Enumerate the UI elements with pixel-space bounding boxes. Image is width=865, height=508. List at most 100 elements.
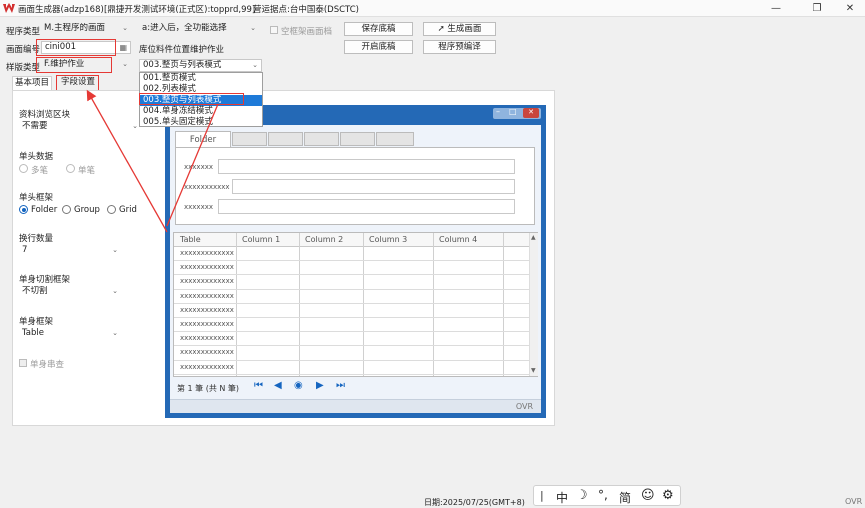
- preview-table-body: xxxxxxxxxxxxx xxxxxxxxxxxxx xxxxxxxxxxxxx x…: [174, 247, 529, 375]
- frame-group-radio[interactable]: [62, 205, 71, 214]
- screen-desc: 库位料件位置维护作业: [139, 45, 225, 55]
- preview-minimize-icon: –: [496, 107, 500, 116]
- dropdown-option[interactable]: 001.整页模式: [140, 73, 262, 84]
- table-header-cell: Column 1: [242, 235, 281, 244]
- ime-moon-icon[interactable]: ☽: [576, 488, 588, 503]
- app-logo-icon: [3, 3, 15, 13]
- next-page-icon: ▶: [316, 380, 324, 391]
- table-cell: xxxxxxxxxxxxx: [180, 334, 234, 343]
- ime-emoji-icon[interactable]: ☺: [641, 488, 655, 503]
- first-page-icon: ⏮: [254, 380, 263, 391]
- ime-grip-icon: |: [540, 489, 544, 502]
- browse-block-select[interactable]: 不需要 ⌄: [19, 121, 141, 134]
- lookup-icon[interactable]: ▦: [119, 42, 127, 53]
- head-single-label: 单笔: [78, 166, 96, 176]
- frame-grid-label: Grid: [119, 205, 137, 215]
- status-date: 日期:2025/07/25(GMT+8): [424, 498, 525, 507]
- ime-punct-icon[interactable]: °,: [598, 488, 608, 502]
- frame-grid-radio[interactable]: [107, 205, 116, 214]
- empty-frame-label: 空框架画面档: [281, 27, 333, 37]
- preview-tab-6: [376, 132, 414, 146]
- preview-window-controls: – □ ✕: [493, 107, 541, 119]
- chevron-down-icon: ⌄: [112, 287, 118, 295]
- body-cut-select[interactable]: 不切割 ⌄: [19, 286, 121, 299]
- browse-block-label: 资料浏览区块: [19, 110, 71, 120]
- head-multi-radio[interactable]: [19, 164, 28, 173]
- frame-folder-radio[interactable]: [19, 205, 28, 214]
- ime-simplified-toggle[interactable]: 简: [619, 489, 631, 506]
- preview-pager-text: 第 1 筆 (共 N 筆): [177, 384, 240, 393]
- preview-field: [218, 199, 515, 214]
- table-header-cell: Column 4: [439, 235, 478, 244]
- close-icon[interactable]: ✕: [836, 1, 864, 16]
- table-cell: xxxxxxxxxxxxx: [180, 305, 234, 314]
- wrap-count-value: 7: [22, 245, 28, 255]
- head-single-radio[interactable]: [66, 164, 75, 173]
- table-row: xxxxxxxxxxxxx: [174, 318, 529, 333]
- body-frame-value: Table: [22, 328, 44, 338]
- head-frame-label: 单头框架: [19, 193, 54, 203]
- preview-table: Table Column 1 Column 2 Column 3 Column …: [173, 232, 538, 377]
- preview-tab-2: [232, 132, 267, 146]
- empty-frame-checkbox[interactable]: [270, 26, 278, 34]
- preview-window: – □ ✕ Folder xxxxxxx xxxxxxxxxxx xxxxxxx…: [165, 105, 546, 418]
- frame-folder-label: Folder: [31, 205, 58, 215]
- restore-icon[interactable]: ❐: [803, 1, 831, 16]
- preview-field: [218, 159, 515, 174]
- head-data-label: 单头数据: [19, 152, 54, 162]
- table-row: xxxxxxxxxxxxx: [174, 290, 529, 304]
- chevron-down-icon: ⌄: [132, 122, 138, 130]
- browse-block-value: 不需要: [22, 121, 48, 131]
- body-frame-select[interactable]: Table ⌄: [19, 328, 121, 341]
- refresh-icon: ◉: [294, 380, 303, 391]
- template-mode-select[interactable]: 003.整页与列表模式 ⌄: [139, 59, 262, 72]
- entry-mode-select[interactable]: a:进入后，全功能选择 ⌄: [139, 23, 259, 36]
- preview-statusbar: OVR: [170, 399, 541, 413]
- preview-close-icon: ✕: [523, 108, 539, 118]
- status-ovr: OVR: [845, 497, 863, 506]
- table-row: xxxxxxxxxxxxx: [174, 304, 529, 318]
- annotation-box-selected-option: [139, 93, 244, 105]
- tab-basic[interactable]: 基本项目: [12, 76, 52, 90]
- program-preview-button[interactable]: 程序预编译: [423, 40, 496, 54]
- app-title: 画面生成器(adzp168): [18, 5, 104, 15]
- wrap-count-select[interactable]: 7 ⌄: [19, 245, 121, 258]
- generate-screen-label: 生成画面: [447, 24, 482, 34]
- ime-chinese-toggle[interactable]: 中: [556, 489, 568, 506]
- screen-no-label: 画面编号: [6, 45, 41, 55]
- table-header-cell: Column 2: [305, 235, 344, 244]
- preview-field-label: xxxxxxxxxxx: [184, 183, 230, 191]
- prev-page-icon: ◀: [274, 380, 282, 391]
- table-cell: xxxxxxxxxxxxx: [180, 362, 234, 371]
- minimize-icon[interactable]: —: [762, 1, 790, 16]
- open-draft-button[interactable]: 开启底稿: [344, 40, 413, 54]
- annotation-box-screen-no: [36, 39, 116, 56]
- body-frame-label: 单身框架: [19, 317, 54, 327]
- preview-content: Folder xxxxxxx xxxxxxxxxxx xxxxxxx Table…: [170, 125, 541, 413]
- table-row: xxxxxxxxxxxxx: [174, 275, 529, 290]
- annotation-box-template-type: [36, 57, 112, 73]
- table-cell: xxxxxxxxxxxxx: [180, 277, 234, 286]
- preview-field: [232, 179, 515, 194]
- table-header-cell: Column 3: [369, 235, 408, 244]
- table-row: xxxxxxxxxxxxx: [174, 332, 529, 347]
- program-type-value: M.主程序的画面: [44, 23, 106, 33]
- chevron-down-icon: ⌄: [112, 329, 118, 337]
- body-cut-value: 不切割: [22, 286, 48, 296]
- table-header-cell: Table: [180, 235, 201, 244]
- preview-field-label: xxxxxxx: [184, 203, 213, 211]
- dropdown-option[interactable]: 004.单身冻结模式: [140, 106, 262, 117]
- preview-form-area: xxxxxxx xxxxxxxxxxx xxxxxxx: [175, 147, 535, 225]
- title-bar: 画面生成器(adzp168) [鼎捷开发测试环境(正式区):topprd,99]…: [0, 0, 865, 17]
- table-cell: xxxxxxxxxxxxx: [180, 319, 234, 328]
- table-cell: xxxxxxxxxxxxx: [180, 263, 234, 272]
- save-draft-button[interactable]: 保存底稿: [344, 22, 413, 36]
- table-cell: xxxxxxxxxxxxx: [180, 249, 234, 257]
- chevron-down-icon: ⌄: [112, 246, 118, 254]
- scroll-down-icon: ▼: [531, 367, 536, 374]
- program-type-select[interactable]: M.主程序的画面 ⌄: [41, 23, 131, 36]
- generate-screen-button[interactable]: ➚ 生成画面: [423, 22, 496, 36]
- dropdown-option[interactable]: 005.单头固定模式: [140, 117, 262, 128]
- body-series-checkbox[interactable]: [19, 359, 27, 367]
- ime-settings-icon[interactable]: ⚙: [662, 488, 674, 503]
